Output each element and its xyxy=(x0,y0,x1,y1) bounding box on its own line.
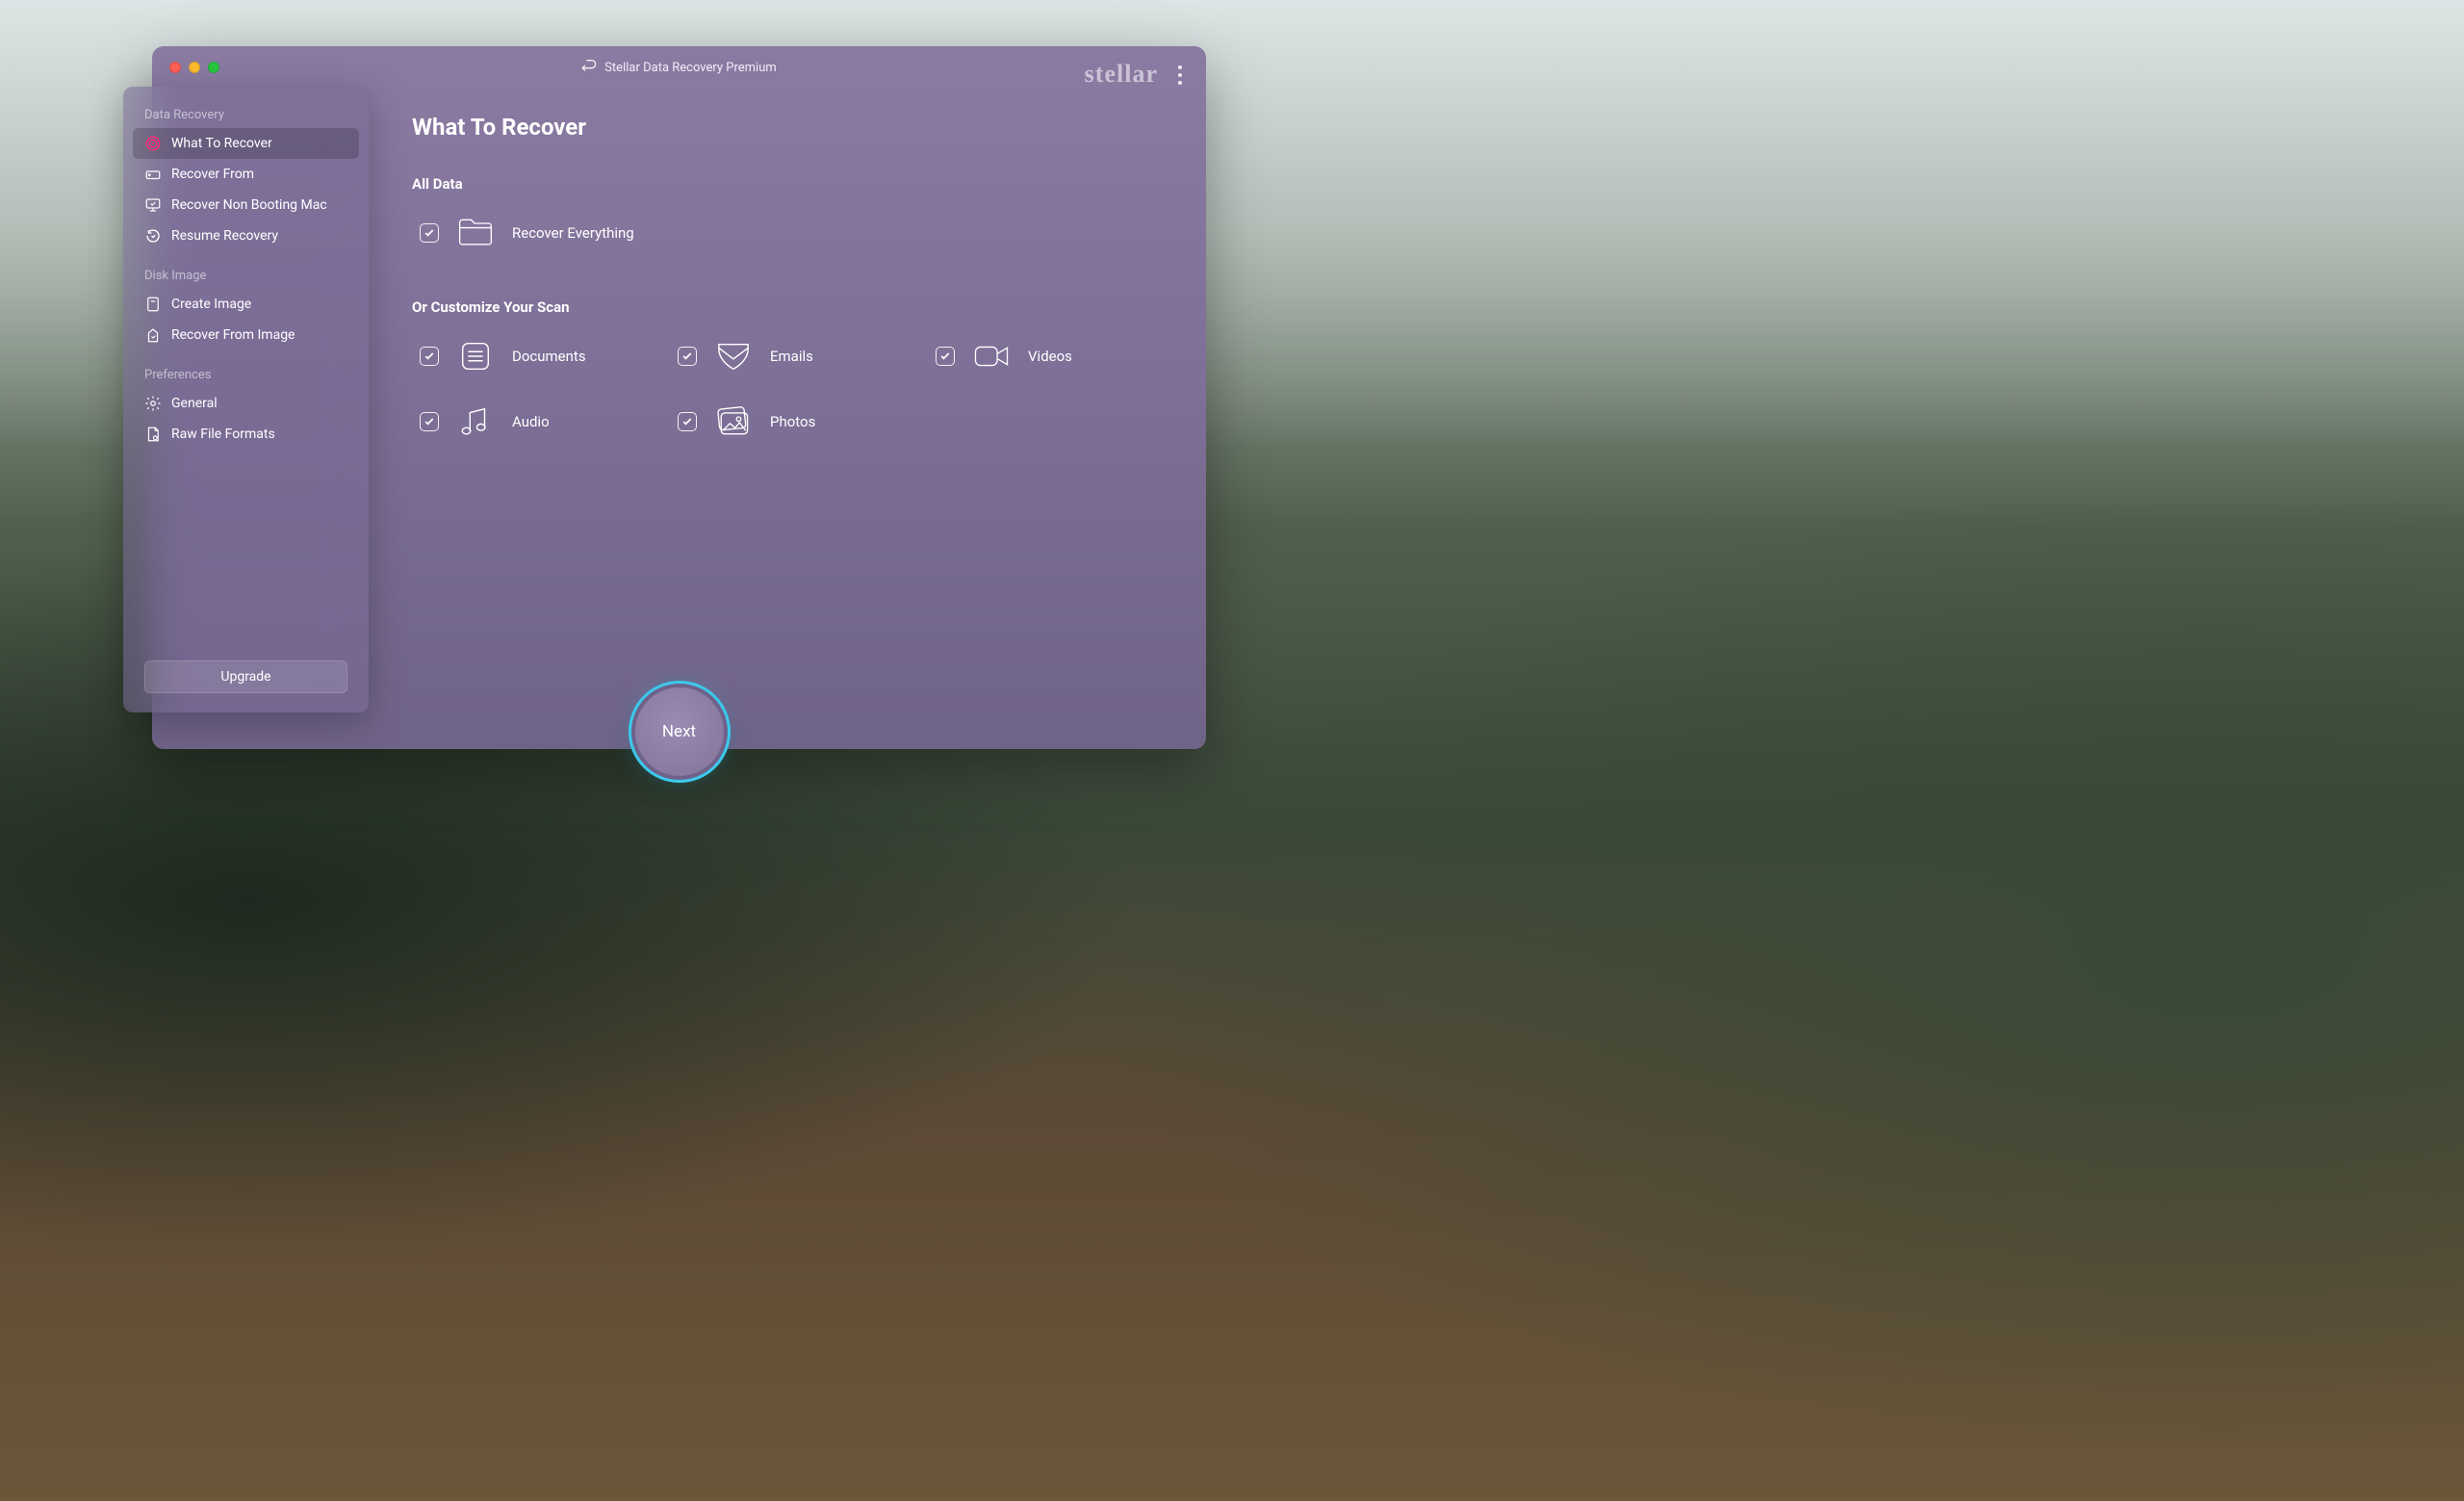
sidebar-item-recover-from[interactable]: Recover From xyxy=(133,159,359,190)
sidebar-group-label: Disk Image xyxy=(133,261,359,289)
monitor-icon xyxy=(144,196,162,214)
minimize-window-button[interactable] xyxy=(189,62,200,73)
sidebar-item-raw-file-formats[interactable]: Raw File Formats xyxy=(133,419,359,450)
section-all-data-label: All Data xyxy=(412,175,1187,193)
option-recover-everything[interactable]: Recover Everything xyxy=(420,214,901,252)
photos-icon xyxy=(714,402,753,441)
raw-file-icon xyxy=(144,426,162,443)
next-button[interactable]: Next xyxy=(635,687,724,776)
sidebar-item-label: Raw File Formats xyxy=(171,427,275,442)
sidebar-item-what-to-recover[interactable]: What To Recover xyxy=(133,128,359,159)
window-title: Stellar Data Recovery Premium xyxy=(604,61,777,75)
option-label: Emails xyxy=(770,348,813,365)
sidebar-item-label: What To Recover xyxy=(171,136,272,151)
app-window: Stellar Data Recovery Premium stellar Da… xyxy=(152,46,1206,749)
audio-icon xyxy=(456,402,495,441)
sidebar-item-label: Recover From Image xyxy=(171,327,295,343)
close-window-button[interactable] xyxy=(169,62,181,73)
emails-icon xyxy=(714,337,753,375)
checkbox-photos[interactable] xyxy=(678,412,697,431)
sidebar-item-label: Recover From xyxy=(171,167,254,182)
back-icon[interactable] xyxy=(581,59,597,76)
folder-icon xyxy=(456,214,495,252)
option-photos[interactable]: Photos xyxy=(678,402,918,441)
sidebar: Data Recovery What To Recover Recover Fr… xyxy=(123,87,369,712)
main-content: What To Recover All Data Recover Everyth… xyxy=(412,114,1187,730)
sidebar-item-resume-recovery[interactable]: Resume Recovery xyxy=(133,220,359,251)
checkbox-documents[interactable] xyxy=(420,347,439,366)
checkbox-emails[interactable] xyxy=(678,347,697,366)
documents-icon xyxy=(456,337,495,375)
sidebar-group-label: Data Recovery xyxy=(133,100,359,128)
page-title: What To Recover xyxy=(412,114,1187,141)
fullscreen-window-button[interactable] xyxy=(208,62,219,73)
sidebar-item-recover-non-booting[interactable]: Recover Non Booting Mac xyxy=(133,190,359,220)
checkbox-audio[interactable] xyxy=(420,412,439,431)
sidebar-item-recover-from-image[interactable]: Recover From Image xyxy=(133,320,359,350)
sidebar-item-create-image[interactable]: Create Image xyxy=(133,289,359,320)
option-label: Videos xyxy=(1028,348,1072,365)
sidebar-item-label: Recover Non Booting Mac xyxy=(171,197,327,213)
more-menu-button[interactable] xyxy=(1171,64,1189,87)
checkbox-videos[interactable] xyxy=(936,347,955,366)
titlebar: Stellar Data Recovery Premium stellar xyxy=(152,46,1206,89)
recover-image-icon xyxy=(144,326,162,344)
sidebar-item-label: Resume Recovery xyxy=(171,228,278,244)
sidebar-item-general[interactable]: General xyxy=(133,388,359,419)
next-button-label: Next xyxy=(662,722,696,741)
option-label: Documents xyxy=(512,348,586,365)
option-label: Photos xyxy=(770,413,815,430)
target-icon xyxy=(144,135,162,152)
option-audio[interactable]: Audio xyxy=(420,402,660,441)
create-image-icon xyxy=(144,296,162,313)
sidebar-item-label: General xyxy=(171,396,218,411)
drive-icon xyxy=(144,166,162,183)
sidebar-item-label: Create Image xyxy=(171,297,251,312)
option-videos[interactable]: Videos xyxy=(936,337,1176,375)
option-emails[interactable]: Emails xyxy=(678,337,918,375)
traffic-lights xyxy=(169,62,219,73)
option-documents[interactable]: Documents xyxy=(420,337,660,375)
option-label: Recover Everything xyxy=(512,224,634,242)
section-customize-label: Or Customize Your Scan xyxy=(412,298,1187,316)
videos-icon xyxy=(972,337,1011,375)
sidebar-group-label: Preferences xyxy=(133,360,359,388)
upgrade-button[interactable]: Upgrade xyxy=(144,660,347,693)
option-label: Audio xyxy=(512,413,550,430)
checkbox-recover-everything[interactable] xyxy=(420,223,439,243)
resume-icon xyxy=(144,227,162,245)
brand-logo: stellar xyxy=(1085,60,1158,89)
gear-icon xyxy=(144,395,162,412)
